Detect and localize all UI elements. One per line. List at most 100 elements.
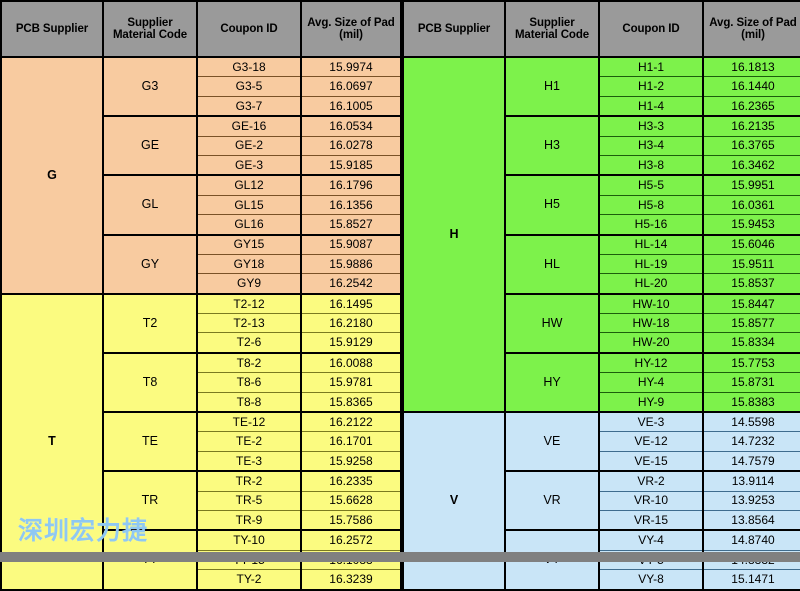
coupon-id-cell: VE-15 — [598, 450, 704, 472]
avg-pad-size-cell: 15.9511 — [702, 253, 800, 274]
material-code-cell-h5: H5 — [504, 174, 600, 236]
table-header-left: PCB Supplier Supplier Material Code Coup… — [0, 0, 402, 58]
material-code-cell-vr: VR — [504, 470, 600, 532]
coupon-id-cell: GE-16 — [196, 115, 302, 137]
avg-pad-size-cell: 16.1796 — [300, 174, 402, 196]
avg-pad-size-cell: 16.2542 — [300, 273, 402, 294]
avg-pad-size-cell: 15.8365 — [300, 391, 402, 413]
coupon-id-cell: TE-2 — [196, 431, 302, 452]
avg-pad-size-cell: 16.1495 — [300, 292, 402, 314]
coupon-id-cell: VY-4 — [598, 529, 704, 551]
coupon-id-cell: T8-6 — [196, 372, 302, 393]
avg-pad-size-cell: 15.8731 — [702, 372, 800, 393]
coupon-id-cell: VR-10 — [598, 490, 704, 511]
avg-pad-size-cell: 16.2335 — [300, 470, 402, 492]
table-header-right: PCB Supplier Supplier Material Code Coup… — [402, 0, 800, 58]
coupon-id-cell: HY-9 — [598, 391, 704, 413]
coupon-id-cell: TR-5 — [196, 490, 302, 511]
coupon-id-cell: H1-2 — [598, 76, 704, 97]
coupon-id-cell: GL15 — [196, 194, 302, 215]
coupon-id-cell: TR-9 — [196, 509, 302, 531]
material-code-cell-hw: HW — [504, 292, 600, 354]
coupon-id-cell: G3-5 — [196, 76, 302, 97]
avg-pad-size-cell: 15.8527 — [300, 214, 402, 235]
avg-pad-size-cell: 16.2122 — [300, 411, 402, 432]
col-header-material-code: Supplier Material Code — [504, 0, 600, 58]
coupon-id-cell: TY-10 — [196, 529, 302, 551]
avg-pad-size-cell: 15.8537 — [702, 273, 800, 294]
coupon-id-cell: H5-16 — [598, 214, 704, 235]
coupon-id-cell: H3-4 — [598, 135, 704, 156]
avg-pad-line2: (mil) — [741, 29, 765, 41]
coupon-id-cell: GL16 — [196, 214, 302, 235]
avg-pad-size-cell: 13.8564 — [702, 509, 800, 531]
material-code-cell-g3: G3 — [102, 55, 198, 118]
table-row: T T2 T2-12 16.1495 — [0, 292, 402, 591]
coupon-id-cell: TE-3 — [196, 450, 302, 472]
coupon-id-cell: H3-3 — [598, 115, 704, 137]
avg-pad-size-cell: 16.2365 — [702, 95, 800, 117]
coupon-id-cell: VE-12 — [598, 431, 704, 452]
coupon-id-cell: HW-20 — [598, 332, 704, 353]
coupon-id-cell: GE-3 — [196, 154, 302, 176]
coupon-id-cell: VR-15 — [598, 509, 704, 531]
coupon-id-cell: HY-12 — [598, 351, 704, 373]
avg-pad-size-cell: 16.3765 — [702, 135, 800, 156]
avg-pad-size-cell: 16.0278 — [300, 135, 402, 156]
material-code-line2: Material Code — [514, 29, 590, 41]
avg-pad-size-cell: 14.7579 — [702, 450, 800, 472]
material-code-cell-t8: T8 — [102, 351, 198, 414]
table-row: V VE VE-3 14.5598 — [402, 411, 800, 591]
coupon-id-cell: TR-2 — [196, 470, 302, 492]
avg-pad-size-cell: 16.0088 — [300, 351, 402, 373]
coupon-id-cell: GY9 — [196, 273, 302, 294]
table-row: H H1 H1-1 16.1813 — [402, 55, 800, 414]
avg-pad-size-cell: 15.9129 — [300, 332, 402, 353]
avg-pad-size-cell: 15.7753 — [702, 351, 800, 373]
coupon-id-cell: G3-7 — [196, 95, 302, 117]
coupon-id-cell: H5-5 — [598, 174, 704, 196]
coupon-id-cell: TE-12 — [196, 411, 302, 432]
coupon-id-cell: HW-10 — [598, 292, 704, 314]
avg-pad-size-cell: 14.5598 — [702, 411, 800, 432]
material-code-cell-h1: H1 — [504, 55, 600, 118]
material-code-cell-ge: GE — [102, 115, 198, 177]
table-body-left: G G3 G3-18 15.9974 G3-5 16.0697 G3-7 16.1005 GE G… — [0, 55, 402, 591]
coupon-id-cell: H1-1 — [598, 56, 704, 77]
supplier-cell-g: G — [0, 56, 104, 295]
col-header-pcb-supplier: PCB Supplier — [0, 0, 104, 58]
avg-pad-size-cell: 16.3239 — [300, 569, 402, 591]
col-header-coupon-id: Coupon ID — [196, 0, 302, 58]
material-code-cell-te: TE — [102, 411, 198, 473]
col-header-coupon-id: Coupon ID — [598, 0, 704, 58]
avg-pad-size-cell: 15.9886 — [300, 253, 402, 274]
pad-size-table-left: PCB Supplier Supplier Material Code Coup… — [0, 0, 402, 591]
supplier-cell-h: H — [402, 55, 506, 414]
avg-pad-size-cell: 15.8334 — [702, 332, 800, 353]
coupon-id-cell: GY18 — [196, 253, 302, 274]
material-code-cell-ve: VE — [504, 411, 600, 473]
avg-pad-size-cell: 15.6628 — [300, 490, 402, 511]
coupon-id-cell: GY15 — [196, 233, 302, 255]
col-header-material-code: Supplier Material Code — [102, 0, 198, 58]
supplier-cell-t: T — [0, 292, 104, 591]
avg-pad-size-cell: 15.9258 — [300, 450, 402, 472]
avg-pad-size-cell: 15.8577 — [702, 313, 800, 333]
coupon-id-cell: H1-4 — [598, 95, 704, 117]
coupon-id-cell: TY-2 — [196, 569, 302, 591]
avg-pad-size-cell: 13.9114 — [702, 470, 800, 492]
page-root: PCB Supplier Supplier Material Code Coup… — [0, 0, 800, 591]
avg-pad-size-cell: 15.9185 — [300, 154, 402, 176]
avg-pad-size-cell: 15.8447 — [702, 292, 800, 314]
coupon-id-cell: VE-3 — [598, 411, 704, 432]
avg-pad-size-cell: 16.0361 — [702, 194, 800, 215]
material-code-cell-hy: HY — [504, 351, 600, 414]
coupon-id-cell: HL-19 — [598, 253, 704, 274]
avg-pad-size-cell: 15.9951 — [702, 174, 800, 196]
material-code-cell-gy: GY — [102, 233, 198, 295]
avg-pad-size-cell: 16.2572 — [300, 529, 402, 551]
avg-pad-size-cell: 16.1356 — [300, 194, 402, 215]
supplier-cell-v: V — [402, 411, 506, 591]
col-header-pcb-supplier: PCB Supplier — [402, 0, 506, 58]
avg-pad-size-cell: 13.9253 — [702, 490, 800, 511]
